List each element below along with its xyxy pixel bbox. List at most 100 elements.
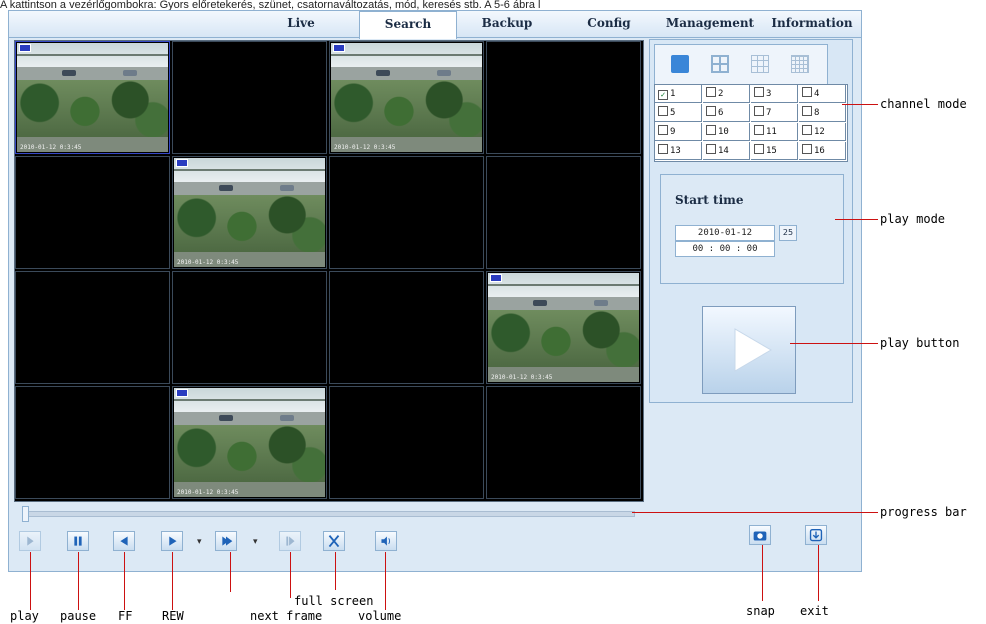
video-cell[interactable]: 2010-01-12 0:3:45 xyxy=(172,156,327,269)
play-button[interactable] xyxy=(702,306,796,394)
checkbox-icon[interactable] xyxy=(802,106,812,116)
channel-mode-annotation: channel mode xyxy=(880,97,967,111)
channel-checkbox[interactable]: 16 xyxy=(799,142,846,160)
date-input[interactable]: 2010-01-12 xyxy=(675,225,775,241)
checkbox-icon[interactable] xyxy=(658,144,668,154)
full-screen-button[interactable] xyxy=(323,531,345,551)
channel-checkbox[interactable]: 15 xyxy=(751,142,798,160)
video-cell[interactable] xyxy=(172,41,327,154)
ff-button[interactable] xyxy=(113,531,135,551)
video-cell[interactable]: 2010-01-12 0:3:45 xyxy=(172,386,327,499)
channel-checkbox[interactable]: 14 xyxy=(703,142,750,160)
video-cell[interactable] xyxy=(329,156,484,269)
tab-config[interactable]: Config xyxy=(579,11,639,37)
channel-checkbox[interactable]: 4 xyxy=(799,85,846,103)
video-timestamp: 2010-01-12 0:3:45 xyxy=(20,144,82,151)
channel-checkbox[interactable]: 7 xyxy=(751,104,798,122)
calendar-icon[interactable]: 25 xyxy=(779,225,797,241)
checkbox-icon[interactable] xyxy=(706,106,716,116)
video-cell[interactable] xyxy=(486,156,641,269)
pause-button[interactable] xyxy=(67,531,89,551)
checkbox-icon[interactable] xyxy=(802,144,812,154)
single-view-icon[interactable] xyxy=(671,55,689,73)
channel-checkbox[interactable]: 2 xyxy=(703,85,750,103)
rew-button[interactable] xyxy=(161,531,183,551)
volume-leader xyxy=(385,552,386,610)
video-cell[interactable] xyxy=(15,156,170,269)
sixteen-view-icon[interactable] xyxy=(791,55,809,73)
step-forward-icon xyxy=(222,536,233,546)
snap-button[interactable] xyxy=(749,525,771,545)
video-cell[interactable] xyxy=(329,271,484,384)
camera-feed: 2010-01-12 0:3:45 xyxy=(331,43,482,152)
checkbox-icon[interactable] xyxy=(802,125,812,135)
checkbox-icon[interactable] xyxy=(658,125,668,135)
checkbox-icon[interactable] xyxy=(754,87,764,97)
play-annotation: play xyxy=(10,609,39,623)
channel-number: 15 xyxy=(766,146,777,156)
checkbox-icon[interactable] xyxy=(658,106,668,116)
play-mode-box: Start time 2010-01-12 25 00 : 00 : 00 xyxy=(660,174,844,284)
tab-information[interactable]: Information xyxy=(765,11,859,37)
time-input[interactable]: 00 : 00 : 00 xyxy=(675,241,775,257)
tab-live[interactable]: Live xyxy=(271,11,331,37)
step-dropdown-arrow[interactable]: ▾ xyxy=(253,537,258,547)
channel-number: 6 xyxy=(718,108,724,118)
video-cell[interactable]: 2010-01-12 0:3:45 xyxy=(15,41,170,154)
channel-checkbox[interactable]: 6 xyxy=(703,104,750,122)
video-timestamp: 2010-01-12 0:3:45 xyxy=(177,489,239,496)
video-cell[interactable]: 2010-01-12 0:3:45 xyxy=(329,41,484,154)
ff-leader xyxy=(124,552,125,610)
progress-thumb[interactable] xyxy=(22,506,29,522)
camera-feed: 2010-01-12 0:3:45 xyxy=(17,43,168,152)
play-control-button[interactable] xyxy=(19,531,41,551)
channel-checkbox[interactable]: 12 xyxy=(799,123,846,141)
channel-checkbox[interactable]: 3 xyxy=(751,85,798,103)
progress-bar-annotation: progress bar xyxy=(880,505,967,519)
checkbox-icon[interactable] xyxy=(706,125,716,135)
channel-checkbox[interactable]: 8 xyxy=(799,104,846,122)
step-button[interactable] xyxy=(215,531,237,551)
volume-button[interactable] xyxy=(375,531,397,551)
channel-checkbox[interactable]: 5 xyxy=(655,104,702,122)
channel-number: 10 xyxy=(718,127,729,137)
next-frame-button[interactable] xyxy=(279,531,301,551)
channel-number: 4 xyxy=(814,89,820,99)
nine-view-icon[interactable] xyxy=(751,55,769,73)
channel-checkbox[interactable]: 10 xyxy=(703,123,750,141)
checkbox-icon[interactable] xyxy=(754,144,764,154)
exit-button[interactable] xyxy=(805,525,827,545)
next-frame-icon xyxy=(286,536,295,546)
channel-number: 5 xyxy=(670,108,676,118)
checkbox-icon[interactable] xyxy=(706,144,716,154)
tab-management[interactable]: Management xyxy=(661,11,759,37)
checkbox-icon[interactable] xyxy=(706,87,716,97)
fullscreen-icon xyxy=(328,535,340,548)
video-cell[interactable]: 2010-01-12 0:3:45 xyxy=(486,271,641,384)
video-cell[interactable] xyxy=(329,386,484,499)
video-cell[interactable] xyxy=(15,386,170,499)
video-cell[interactable] xyxy=(486,41,641,154)
tab-search[interactable]: Search xyxy=(359,11,457,39)
top-tab-bar: Live Search Backup Config Management Inf… xyxy=(9,11,861,39)
channel-number: 1 xyxy=(670,89,676,99)
pause-icon xyxy=(74,536,82,546)
video-cell[interactable] xyxy=(486,386,641,499)
video-timestamp: 2010-01-12 0:3:45 xyxy=(334,144,396,151)
checkbox-icon[interactable] xyxy=(802,87,812,97)
channel-checkbox[interactable]: 13 xyxy=(655,142,702,160)
checkbox-icon[interactable] xyxy=(754,106,764,116)
speed-dropdown-arrow[interactable]: ▾ xyxy=(197,537,202,547)
checked-box-icon[interactable]: ✓ xyxy=(658,90,668,100)
tab-backup[interactable]: Backup xyxy=(467,11,547,37)
channel-checkbox[interactable]: ✓ 1 xyxy=(655,85,702,103)
video-grid[interactable]: 2010-01-12 0:3:45 2010-01-12 0:3:45 2010-0… xyxy=(14,40,644,502)
checkbox-icon[interactable] xyxy=(754,125,764,135)
channel-tag-icon xyxy=(490,274,502,282)
channel-checkbox[interactable]: 11 xyxy=(751,123,798,141)
channel-checkbox[interactable]: 9 xyxy=(655,123,702,141)
progress-bar[interactable] xyxy=(22,506,635,522)
video-cell[interactable] xyxy=(15,271,170,384)
video-cell[interactable] xyxy=(172,271,327,384)
quad-view-icon[interactable] xyxy=(711,55,729,73)
